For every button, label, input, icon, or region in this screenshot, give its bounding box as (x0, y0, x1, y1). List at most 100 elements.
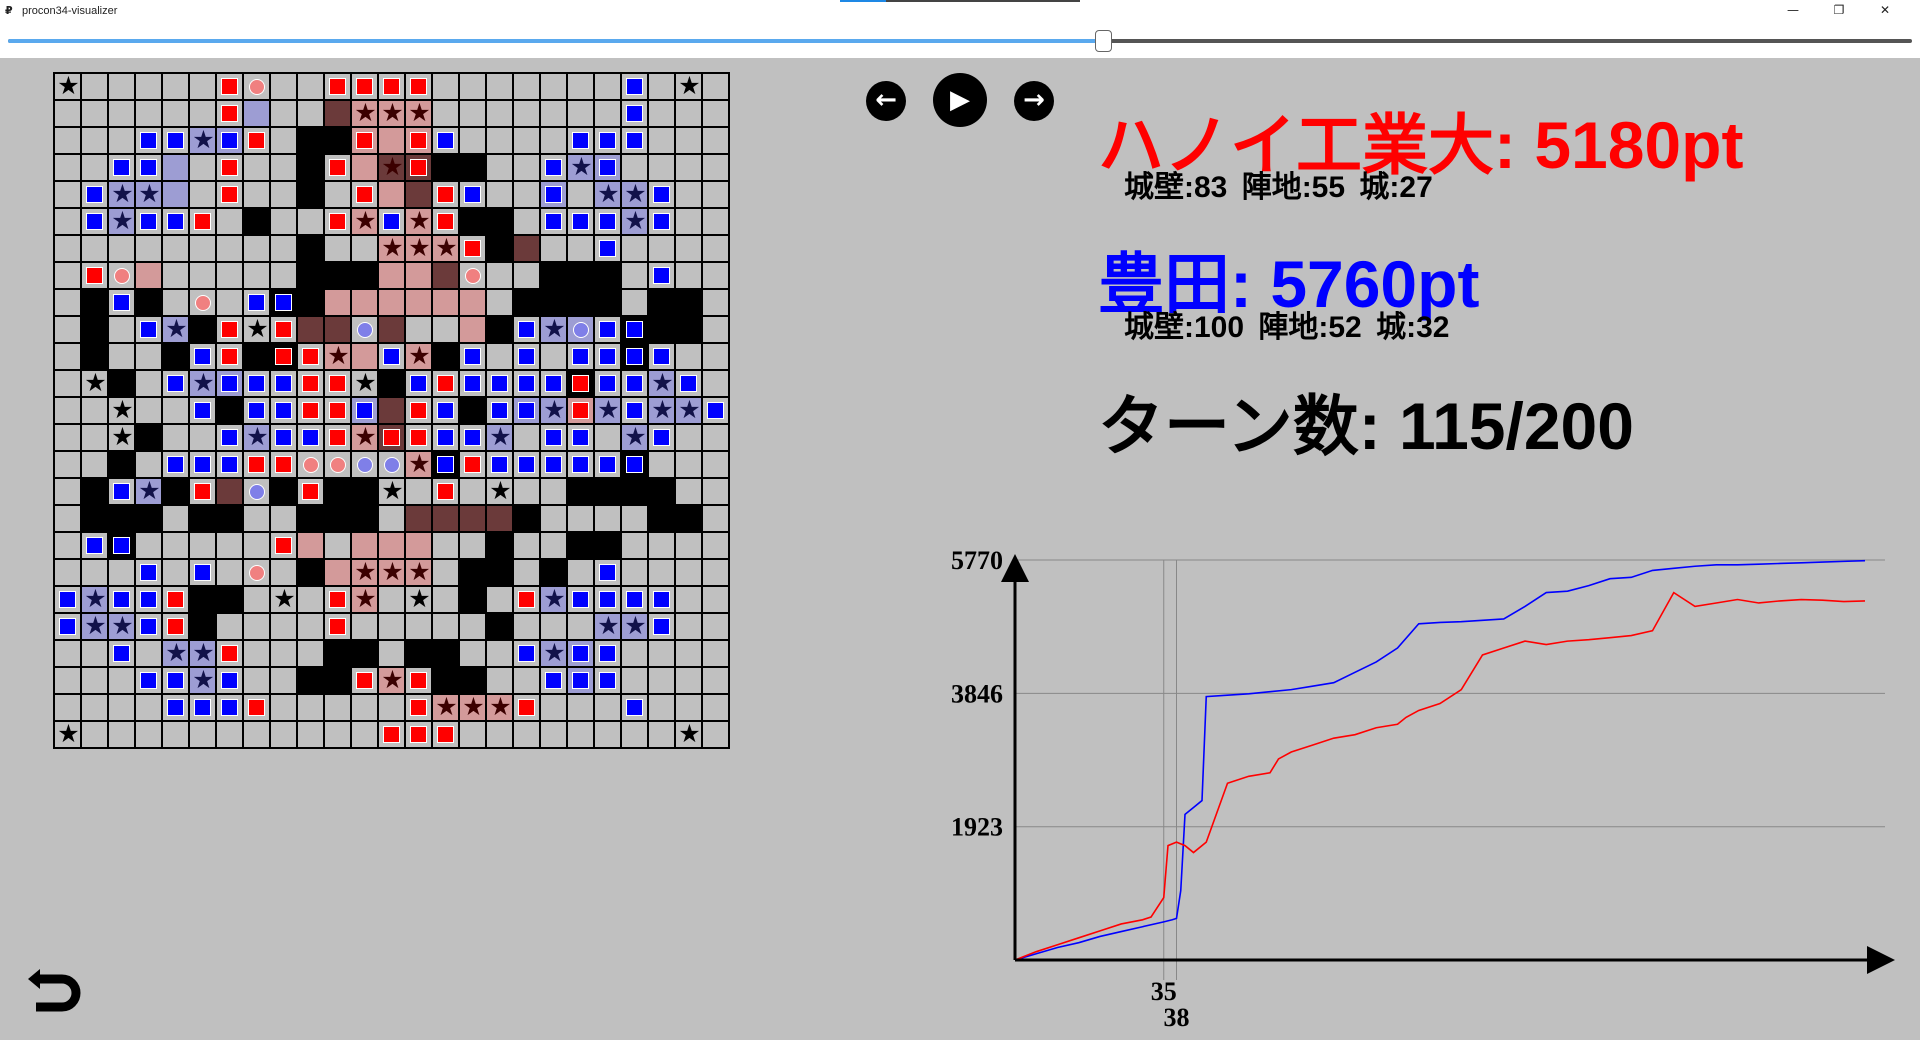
board-cell (270, 262, 297, 289)
blue-wall (437, 429, 454, 446)
board-cell (702, 397, 729, 424)
red-wall (329, 402, 346, 419)
red-wall (410, 132, 427, 149)
board-cell (459, 73, 486, 100)
board-cell (54, 451, 81, 478)
board-cell (108, 667, 135, 694)
play-button[interactable]: ▶ (933, 73, 987, 127)
blue-wall (518, 456, 535, 473)
castle-icon: ★ (273, 584, 296, 613)
board-cell (675, 316, 702, 343)
board-cell (270, 667, 297, 694)
board-cell (162, 127, 189, 154)
chart-x-axis-arrow (1867, 946, 1895, 974)
board-cell: ★ (135, 477, 162, 505)
board-cell (108, 586, 135, 613)
board-cell (135, 289, 162, 316)
board-cell (108, 73, 135, 100)
undo-icon[interactable] (26, 955, 86, 1015)
board-cell (216, 721, 243, 748)
board-cell (324, 667, 351, 694)
blue-wall (599, 456, 616, 473)
board-cell (702, 640, 729, 667)
board-cell (594, 208, 621, 235)
board-cell (405, 532, 432, 559)
board-cell (351, 505, 378, 532)
board-cell (243, 181, 270, 208)
board-cell (540, 613, 567, 640)
board-cell (702, 613, 729, 640)
board-cell: ★ (486, 693, 513, 721)
blue-wall (113, 483, 130, 500)
red-wall (410, 159, 427, 176)
board-cell (324, 586, 351, 613)
red-agent-icon (113, 267, 130, 284)
board-cell (297, 343, 324, 370)
board-cell (405, 127, 432, 154)
chart-y-tick-label: 5770 (951, 546, 1003, 575)
board-cell (324, 316, 351, 343)
board-cell: ★ (378, 477, 405, 505)
board-cell (108, 127, 135, 154)
board-cell (135, 532, 162, 559)
board-cell (351, 73, 378, 100)
blue-wall (86, 213, 103, 230)
maximize-button[interactable]: ❐ (1816, 0, 1862, 22)
blue-wall (194, 402, 211, 419)
board-cell (621, 532, 648, 559)
board-cell: ★ (621, 423, 648, 451)
red-wall (221, 159, 238, 176)
board-cell: ★ (351, 99, 378, 127)
board-cell (513, 127, 540, 154)
blue-wall (653, 348, 670, 365)
turn-slider-fill (8, 39, 1103, 43)
board-cell (351, 532, 378, 559)
blue-wall (599, 591, 616, 608)
board-cell (567, 559, 594, 586)
blue-wall (464, 429, 481, 446)
board-cell (297, 127, 324, 154)
board-cell (216, 694, 243, 721)
board-cell (324, 208, 351, 235)
board-cell: ★ (351, 369, 378, 397)
board-cell (594, 559, 621, 586)
board-cell: ★ (108, 180, 135, 208)
board-cell: ★ (378, 666, 405, 694)
board-cell (432, 559, 459, 586)
board-cell (162, 424, 189, 451)
board-cell (486, 613, 513, 640)
blue-wall (572, 429, 589, 446)
board-cell (702, 316, 729, 343)
board-cell (513, 235, 540, 262)
board-cell (378, 694, 405, 721)
minimize-button[interactable]: — (1770, 0, 1816, 22)
turn-slider-thumb[interactable] (1094, 30, 1112, 52)
blue-wall (167, 456, 184, 473)
board-cell: ★ (108, 396, 135, 424)
board-cell (189, 559, 216, 586)
red-wall (221, 645, 238, 662)
prev-turn-button[interactable]: ← (866, 81, 906, 121)
board-cell (432, 181, 459, 208)
blue-wall (86, 537, 103, 554)
board-cell (297, 478, 324, 505)
board-cell (297, 694, 324, 721)
board-cell (270, 181, 297, 208)
blue-wall (626, 591, 643, 608)
board-cell (540, 343, 567, 370)
board-cell (378, 721, 405, 748)
board-cell (324, 694, 351, 721)
board-cell (297, 100, 324, 127)
board-cell (648, 424, 675, 451)
board-cell (81, 532, 108, 559)
next-turn-button[interactable]: → (1014, 81, 1054, 121)
board-cell (567, 343, 594, 370)
turn-slider-track[interactable] (8, 30, 1912, 52)
board-cell (405, 478, 432, 505)
board-cell (81, 640, 108, 667)
close-button[interactable]: ✕ (1862, 0, 1908, 22)
board-cell (351, 397, 378, 424)
board-cell (459, 154, 486, 181)
board-cell: ★ (486, 423, 513, 451)
red-agent-icon (194, 294, 211, 311)
